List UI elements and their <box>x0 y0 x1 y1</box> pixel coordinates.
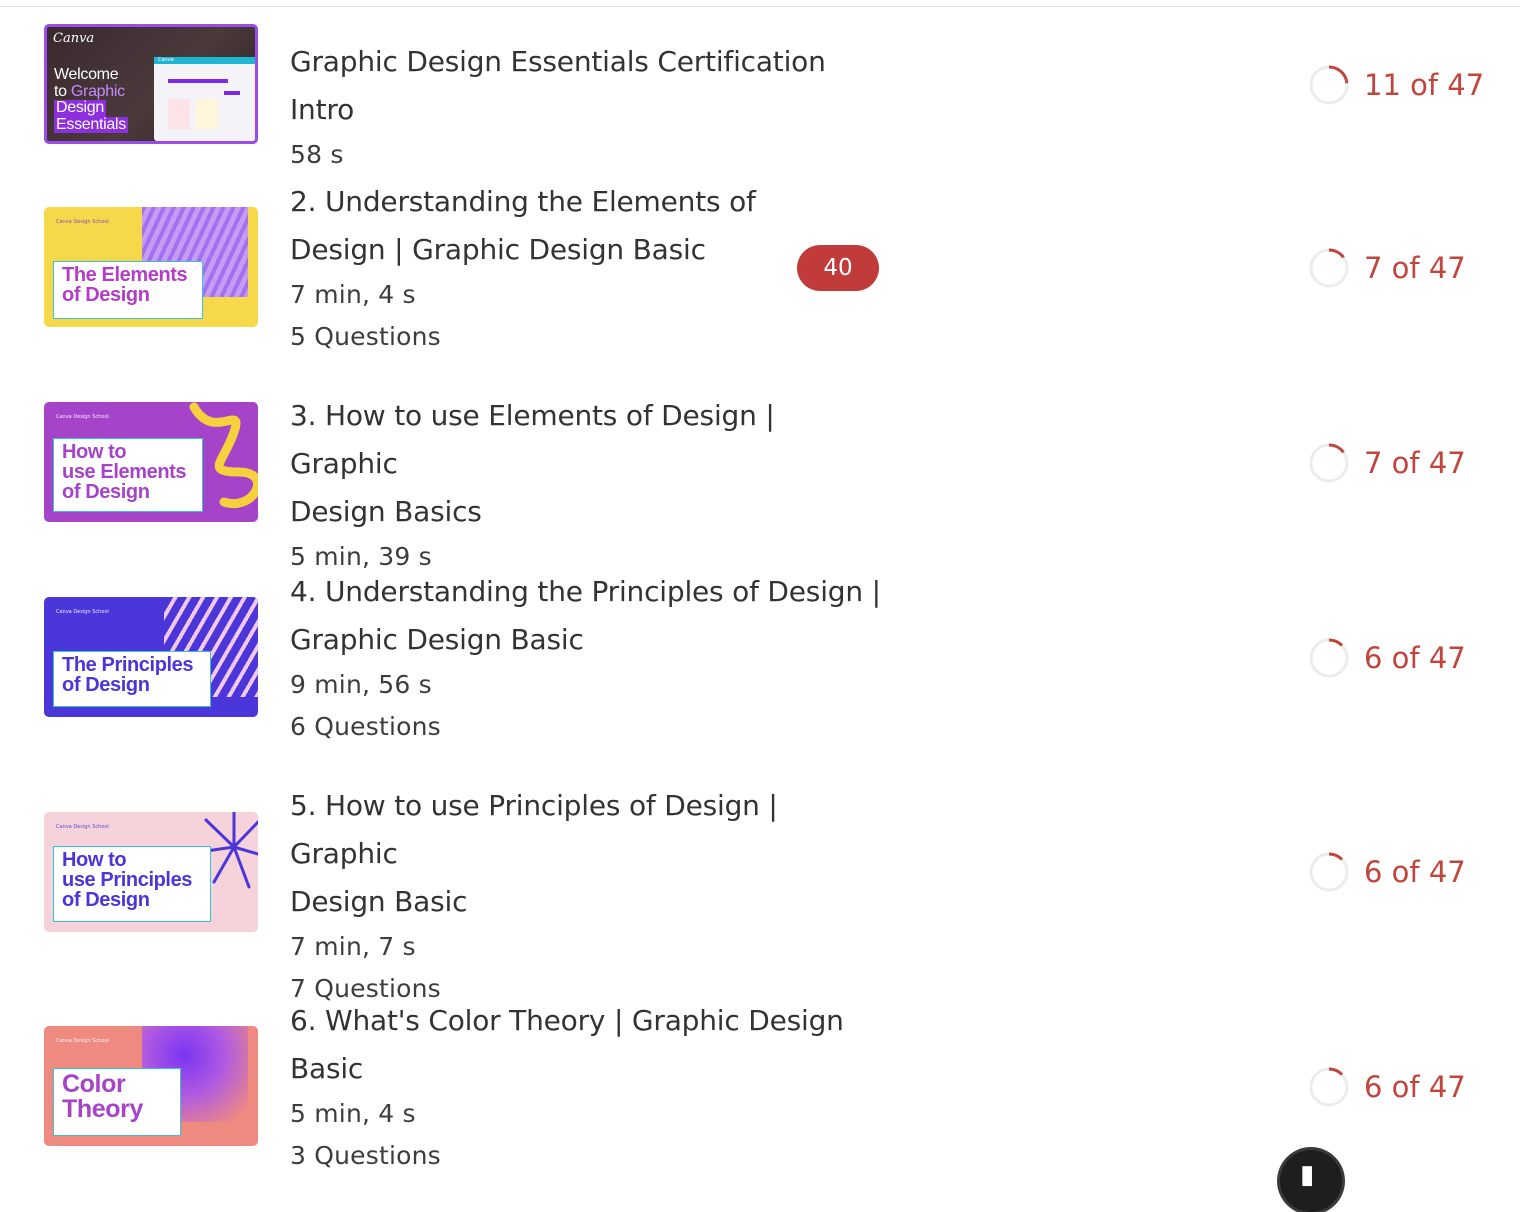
thumb-school-label: Canva Design School <box>56 219 109 225</box>
lesson-title-line[interactable]: Graphic Design Basic <box>290 616 890 664</box>
lesson-title-line[interactable]: 5. How to use Principles of Design | Gra… <box>290 782 890 878</box>
lesson-row[interactable]: Canva Welcome to Graphic Design Essentia… <box>0 24 1520 169</box>
lesson-info: 3. How to use Elements of Design | Graph… <box>290 392 890 578</box>
thumb-school-label: Canva Design School <box>56 414 109 420</box>
lesson-thumbnail[interactable]: Canva Design School How to use Elements of… <box>44 402 258 522</box>
lesson-title[interactable]: Graphic Design Essentials Certification … <box>290 38 890 134</box>
lesson-row[interactable]: Canva Design School The Elements of Desig… <box>0 176 1520 366</box>
lesson-info: 4. Understanding the Principles of Desig… <box>290 568 890 748</box>
lesson-row[interactable]: Canva Design School Color Theory 6. What'… <box>0 996 1520 1180</box>
thumb-school-label: Canva Design School <box>56 609 109 615</box>
lesson-duration: 58 s <box>290 140 344 169</box>
thumb-title: How to use Elements of Design <box>53 438 203 512</box>
chat-launcher-icon: ▮ <box>1300 1160 1315 1190</box>
progress-text: 11 of 47 <box>1364 68 1485 102</box>
lesson-title-line[interactable]: Basic <box>290 1045 890 1093</box>
canva-logo: Canva <box>53 31 95 46</box>
lesson-info: 5. How to use Principles of Design | Gra… <box>290 782 890 1010</box>
lesson-thumbnail[interactable]: Canva Design School How to use Principles… <box>44 812 258 932</box>
thumb-title: How to use Principles of Design <box>53 846 211 922</box>
lesson-info: Graphic Design Essentials Certification … <box>290 38 890 176</box>
lesson-title-line[interactable]: Design Basics <box>290 488 890 536</box>
lesson-duration: 5 min, 4 s <box>290 1099 416 1128</box>
lesson-title-line[interactable]: 2. Understanding the Elements of <box>290 178 890 226</box>
lesson-info: 6. What's Color Theory | Graphic Design … <box>290 997 890 1177</box>
thumb-title: The Principles of Design <box>53 651 211 707</box>
lesson-duration: 7 min, 7 s <box>290 932 416 961</box>
thumb-school-label: Canva Design School <box>56 1038 109 1044</box>
thumb-title: Color Theory <box>53 1068 181 1136</box>
lesson-duration: 9 min, 56 s <box>290 670 432 699</box>
progress-text: 6 of 47 <box>1364 855 1466 889</box>
progress-ring-icon <box>1309 443 1349 483</box>
chat-launcher-button[interactable]: ▮ <box>1280 1150 1342 1212</box>
lesson-row[interactable]: Canva Design School The Principles of Des… <box>0 567 1520 757</box>
lesson-title-line[interactable]: Design Basic <box>290 878 890 926</box>
thumb-title: Welcome to Graphic Design Essentials <box>54 66 128 133</box>
lesson-row[interactable]: Canva Design School How to use Principles… <box>0 781 1520 1003</box>
lesson-questions: 6 Questions <box>290 712 441 741</box>
progress-ring-icon <box>1309 65 1349 105</box>
progress-text: 6 of 47 <box>1364 641 1466 675</box>
progress-text: 7 of 47 <box>1364 251 1466 285</box>
lesson-title-line[interactable]: 4. Understanding the Principles of Desig… <box>290 568 890 616</box>
notification-badge[interactable]: 40 <box>797 245 879 291</box>
top-divider <box>0 6 1520 7</box>
lesson-thumbnail[interactable]: Canva Design School Color Theory <box>44 1026 258 1146</box>
thumb-school-label: Canva Design School <box>56 824 109 830</box>
thumb-screen-preview: Canva <box>154 57 255 141</box>
lesson-questions: 5 Questions <box>290 322 441 351</box>
lesson-row[interactable]: Canva Design School How to use Elements of… <box>0 392 1520 571</box>
thumb-title: The Elements of Design <box>53 261 203 319</box>
lesson-thumbnail[interactable]: Canva Design School The Elements of Desig… <box>44 207 258 327</box>
progress-ring-icon <box>1309 638 1349 678</box>
progress-ring-icon <box>1309 248 1349 288</box>
lesson-thumbnail[interactable]: Canva Welcome to Graphic Design Essentia… <box>44 24 258 144</box>
lesson-questions: 3 Questions <box>290 1141 441 1170</box>
progress-text: 7 of 47 <box>1364 446 1466 480</box>
progress-text: 6 of 47 <box>1364 1070 1466 1104</box>
progress-ring-icon <box>1309 852 1349 892</box>
lesson-thumbnail[interactable]: Canva Design School The Principles of Des… <box>44 597 258 717</box>
lesson-title-line[interactable]: 6. What's Color Theory | Graphic Design <box>290 997 890 1045</box>
progress-ring-icon <box>1309 1067 1349 1107</box>
lesson-title-line[interactable]: 3. How to use Elements of Design | Graph… <box>290 392 890 488</box>
